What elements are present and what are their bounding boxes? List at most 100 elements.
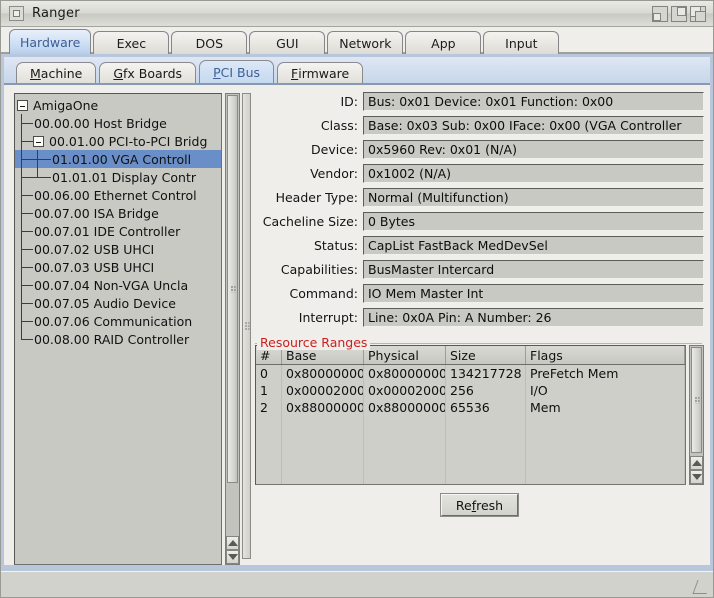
table-column-header[interactable]: Size [446,346,526,364]
tree-item[interactable]: 00.07.01 IDE Controller [15,222,221,240]
table-cell: 1 [256,382,282,399]
tree-item[interactable]: 00.07.06 Communication [15,312,221,330]
tree-item[interactable]: 01.01.00 VGA Controll [15,150,221,168]
main-tab-bar: Hardware Exec DOS GUI Network App Input [1,27,713,54]
tree-item[interactable]: 00.06.00 Ethernet Control [15,186,221,204]
detail-field-row: Status:CapList FastBack MedDevSel [255,233,704,257]
table-row[interactable]: 20x880000000x8800000065536Mem [256,399,685,416]
tree-line-elbow [21,321,33,322]
tree-line-elbow [21,213,33,214]
detail-field-value: Normal (Multifunction) [363,188,704,207]
hardware-page: Machine Gfx Boards PCI Bus Firmware Amig… [1,54,713,571]
detail-field-row: Cacheline Size:0 Bytes [255,209,704,233]
detail-field-label: Status: [255,238,363,253]
table-empty-cell [256,416,282,484]
table-body[interactable]: 00x800000000x80000000134217728PreFetch M… [256,365,685,484]
resource-table-scrollbar[interactable] [689,345,704,485]
table-empty-area[interactable] [256,416,685,484]
tree-item[interactable]: 00.07.02 USB UHCI [15,240,221,258]
pane-splitter[interactable] [242,93,251,559]
pci-bus-panel: AmigaOne00.00.00 Host Bridge 00.01.00 PCI… [4,83,710,565]
iconify-button[interactable] [652,6,668,22]
detail-field-value: IO Mem Master Int [363,284,704,303]
tree-item[interactable]: 00.07.04 Non-VGA Uncla [15,276,221,294]
table-row[interactable]: 00x800000000x80000000134217728PreFetch M… [256,365,685,382]
table-row[interactable]: 10x000020000x00002000256I/O [256,382,685,399]
detail-field-label: ID: [255,94,363,109]
tree-line-elbow [21,177,51,178]
tree-item[interactable]: 00.07.05 Audio Device [15,294,221,312]
tree-indent-guides [15,132,33,150]
window-menu-icon[interactable] [9,6,24,21]
tab-gui[interactable]: GUI [249,31,325,54]
resource-ranges-table[interactable]: #BasePhysicalSizeFlags 00x800000000x8000… [255,345,686,485]
detail-field-value: CapList FastBack MedDevSel [363,236,704,255]
subtab-gfx-boards[interactable]: Gfx Boards [99,62,196,83]
table-column-header[interactable]: Flags [526,346,685,364]
subtab-gfx-boards-label: fx Boards [123,66,182,81]
detail-field-label: Command: [255,286,363,301]
tab-hardware[interactable]: Hardware [9,29,91,54]
tab-dos[interactable]: DOS [171,31,247,54]
device-tree-scroll-up-button[interactable] [226,536,239,550]
tab-network[interactable]: Network [327,31,403,54]
zoom-button[interactable] [671,6,687,22]
detail-field-row: Vendor:0x1002 (N/A) [255,161,704,185]
tab-app[interactable]: App [405,31,481,54]
resource-ranges-group: Resource Ranges #BasePhysicalSizeFlags 0… [255,335,704,565]
subtab-pci-bus[interactable]: PCI Bus [199,60,274,83]
table-cell: 0x88000000 [282,399,364,416]
resource-table-scroll-up-button[interactable] [690,456,703,470]
resource-table-scroll-track[interactable] [690,346,703,456]
detail-field-label: Interrupt: [255,310,363,325]
tree-item-label: 00.06.00 Ethernet Control [33,188,197,203]
tree-item[interactable]: 00.07.00 ISA Bridge [15,204,221,222]
subtab-firmware-label: irmware [298,66,349,81]
tab-exec[interactable]: Exec [93,31,169,54]
subtab-machine-label: achine [41,66,83,81]
detail-field-row: Command:IO Mem Master Int [255,281,704,305]
device-tree-scroll-down-button[interactable] [226,550,239,564]
tree-item[interactable]: 01.01.01 Display Contr [15,168,221,186]
window-titlebar: Ranger [1,1,713,27]
subtab-machine[interactable]: Machine [16,62,96,83]
device-tree-scroll-thumb[interactable] [227,95,238,483]
tree-item-label: 01.01.00 VGA Controll [51,152,191,167]
tree-indent-guides [15,276,33,294]
table-column-header[interactable]: Physical [364,346,446,364]
arrow-up-icon [692,460,702,466]
detail-field-label: Class: [255,118,363,133]
tree-item[interactable]: 00.01.00 PCI-to-PCI Bridg [15,132,221,150]
resource-table-scroll-thumb[interactable] [691,347,702,453]
device-tree-scrollbar[interactable] [225,93,240,565]
tree-item[interactable]: 00.00.00 Host Bridge [15,114,221,132]
resize-grip-icon[interactable] [695,580,709,594]
tree-item-label: 00.01.00 PCI-to-PCI Bridg [48,134,207,149]
tree-line-vertical [21,330,22,339]
tree-item[interactable]: AmigaOne [15,96,221,114]
depth-button[interactable] [690,6,706,22]
tab-input[interactable]: Input [483,31,559,54]
tree-collapse-icon[interactable] [33,136,44,147]
detail-field-label: Device: [255,142,363,157]
refresh-button[interactable]: Refresh [441,494,518,516]
tree-line-elbow [21,303,33,304]
subtab-firmware[interactable]: Firmware [277,62,363,83]
sub-tab-bar: Machine Gfx Boards PCI Bus Firmware [4,57,710,83]
scroll-thumb-grip-icon [694,397,699,404]
tree-item[interactable]: 00.07.03 USB UHCI [15,258,221,276]
detail-field-label: Header Type: [255,190,363,205]
table-cell: 2 [256,399,282,416]
tree-indent-guides [15,312,33,330]
detail-field-row: Capabilities:BusMaster Intercard [255,257,704,281]
arrow-down-icon [692,474,702,480]
tab-gui-label: GUI [276,36,299,51]
table-empty-cell [282,416,364,484]
device-tree-scroll-track[interactable] [226,94,239,536]
tree-indent-guides [15,186,33,204]
tree-item[interactable]: 00.08.00 RAID Controller [15,330,221,348]
resource-table-scroll-down-button[interactable] [690,470,703,484]
tree-line-vertical [37,150,38,168]
device-tree[interactable]: AmigaOne00.00.00 Host Bridge 00.01.00 PCI… [14,93,222,565]
tree-collapse-icon[interactable] [17,100,28,111]
